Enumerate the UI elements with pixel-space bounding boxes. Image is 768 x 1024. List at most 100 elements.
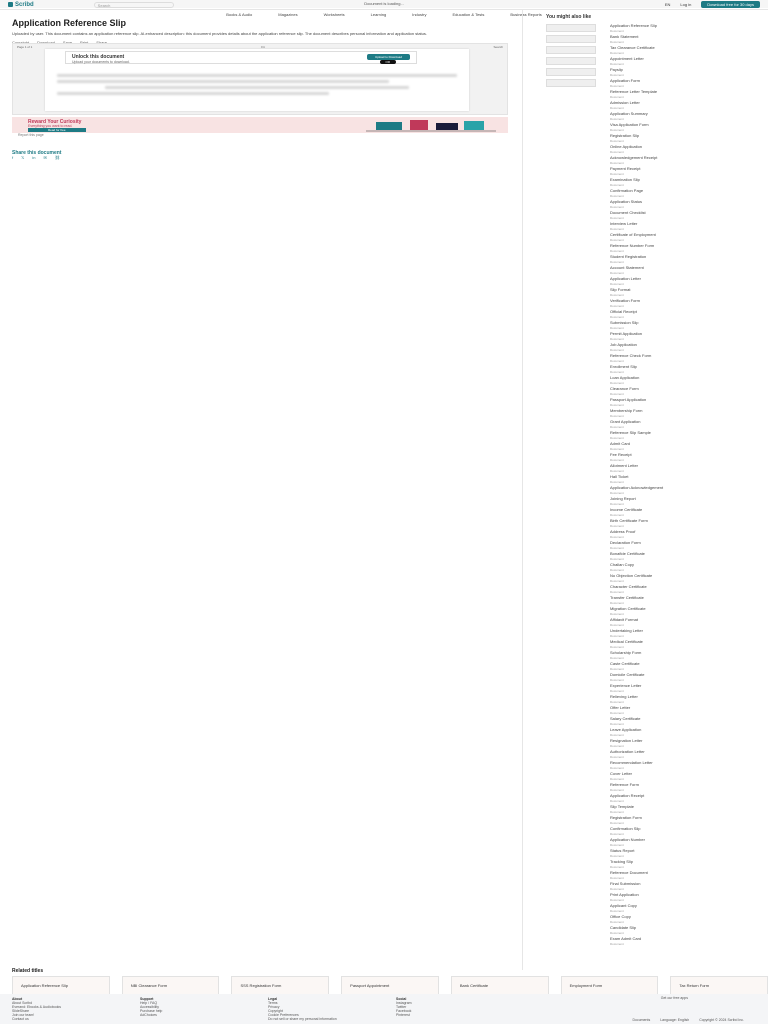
related-card[interactable]: Passport Appointment [341, 976, 439, 996]
sidebar-item[interactable]: Account Statement Document [546, 266, 762, 277]
sidebar-item[interactable]: Salary Certificate Document [546, 717, 762, 728]
sidebar-item[interactable]: Tracking Slip Document [546, 860, 762, 871]
sidebar-item[interactable]: Bank Statement Document [546, 35, 762, 46]
sidebar-item[interactable]: Status Report Document [546, 849, 762, 860]
footer-link[interactable]: AdChoices [140, 1013, 162, 1017]
sidebar-item[interactable]: Allotment Letter Document [546, 464, 762, 475]
language-link[interactable]: EN [665, 2, 671, 7]
sidebar-item[interactable]: Document Checklist Document [546, 211, 762, 222]
unlock-secondary-button[interactable]: OR [379, 60, 396, 64]
sidebar-item[interactable]: Caste Certificate Document [546, 662, 762, 673]
sidebar-item[interactable]: Payment Receipt Document [546, 167, 762, 178]
sidebar-item[interactable]: Student Registration Document [546, 255, 762, 266]
report-link[interactable]: Report this page [18, 133, 44, 137]
logo[interactable]: Scribd [8, 2, 34, 8]
sidebar-item[interactable]: Character Certificate Document [546, 585, 762, 596]
sidebar-item[interactable]: Relieving Letter Document [546, 695, 762, 706]
sidebar-item[interactable]: Appointment Letter Document [546, 57, 762, 68]
sidebar-item[interactable]: Job Application Document [546, 343, 762, 354]
sidebar-item[interactable]: Recommendation Letter Document [546, 761, 762, 772]
sidebar-item[interactable]: Clearance Form Document [546, 387, 762, 398]
sidebar-item[interactable]: No Objection Certificate Document [546, 574, 762, 585]
sidebar-item[interactable]: Examination Slip Document [546, 178, 762, 189]
sidebar-item[interactable]: Reference Form Document [546, 783, 762, 794]
sidebar-item[interactable]: Reference Slip Sample Document [546, 431, 762, 442]
sidebar-item[interactable]: Acknowledgement Receipt Document [546, 156, 762, 167]
sidebar-item[interactable]: Admission Letter Document [546, 101, 762, 112]
twitter-icon[interactable]: 𝕏 [21, 155, 24, 160]
related-card[interactable]: SSS Registration Form [231, 976, 330, 996]
sidebar-item[interactable]: Hall Ticket Document [546, 475, 762, 486]
sidebar-item[interactable]: Reference Number Form Document [546, 244, 762, 255]
sidebar-item[interactable]: Migration Certificate Document [546, 607, 762, 618]
facebook-icon[interactable]: f [12, 155, 13, 160]
related-card[interactable]: Application Reference Slip [12, 976, 110, 996]
sidebar-item[interactable]: Verification Form Document [546, 299, 762, 310]
footer-link[interactable]: Do not sell or share my personal informa… [268, 1017, 337, 1021]
footer-bottom-link[interactable]: Documents [633, 1018, 651, 1022]
link-icon[interactable]: ⛓ [55, 155, 60, 160]
footer-bottom-link[interactable]: Language: English [660, 1018, 689, 1022]
sidebar-item[interactable]: Registration Slip Document [546, 134, 762, 145]
sidebar-item[interactable]: Reference Letter Template Document [546, 90, 762, 101]
sidebar-item[interactable]: Medical Certificate Document [546, 640, 762, 651]
sidebar-item[interactable]: Application Acknowledgement Document [546, 486, 762, 497]
sidebar-item[interactable]: Exam Admit Card Document [546, 937, 762, 948]
sidebar-item[interactable]: Reference Document Document [546, 871, 762, 882]
sidebar-item[interactable]: Bonafide Certificate Document [546, 552, 762, 563]
viewer-search[interactable]: Search [493, 45, 503, 49]
sidebar-item[interactable]: Submission Slip Document [546, 321, 762, 332]
sidebar-item[interactable]: Visa Application Form Document [546, 123, 762, 134]
sidebar-item[interactable]: Slip Template Document [546, 805, 762, 816]
sidebar-item[interactable]: Candidate Slip Document [546, 926, 762, 937]
sidebar-item[interactable]: Domicile Certificate Document [546, 673, 762, 684]
sidebar-item[interactable]: Application Number Document [546, 838, 762, 849]
sidebar-item[interactable]: Offer Letter Document [546, 706, 762, 717]
sidebar-item[interactable]: Official Receipt Document [546, 310, 762, 321]
email-icon[interactable]: ✉ [43, 155, 46, 160]
sidebar-item[interactable]: Leave Application Document [546, 728, 762, 739]
footer-link[interactable]: Contact us [12, 1017, 61, 1021]
zoom-control[interactable]: Fit [261, 45, 264, 49]
sidebar-item[interactable]: Final Submission Document [546, 882, 762, 893]
related-card[interactable]: Bank Certificate [450, 976, 549, 996]
sidebar-item[interactable]: Interview Letter Document [546, 222, 762, 233]
sidebar-item[interactable]: Office Copy Document [546, 915, 762, 926]
footer-apps[interactable]: Get our free apps [661, 996, 688, 1000]
sidebar-item[interactable]: Reference Check Form Document [546, 354, 762, 365]
sidebar-item[interactable]: Loan Application Document [546, 376, 762, 387]
related-card[interactable]: Tax Return Form [670, 976, 768, 996]
sidebar-item[interactable]: Registration Form Document [546, 816, 762, 827]
sidebar-item[interactable]: Transfer Certificate Document [546, 596, 762, 607]
sidebar-item[interactable]: Cover Letter Document [546, 772, 762, 783]
sidebar-item[interactable]: Address Proof Document [546, 530, 762, 541]
sidebar-item[interactable]: Application Form Document [546, 79, 762, 90]
login-link[interactable]: Log in [680, 2, 691, 7]
sidebar-item[interactable]: Scholarship Form Document [546, 651, 762, 662]
sidebar-item[interactable]: Application Status Document [546, 200, 762, 211]
sidebar-item[interactable]: Payslip Document [546, 68, 762, 79]
sidebar-item[interactable]: Joining Report Document [546, 497, 762, 508]
sidebar-item[interactable]: Challan Copy Document [546, 563, 762, 574]
sidebar-item[interactable]: Birth Certificate Form Document [546, 519, 762, 530]
sidebar-item[interactable]: Income Certificate Document [546, 508, 762, 519]
sidebar-item[interactable]: Applicant Copy Document [546, 904, 762, 915]
sidebar-item[interactable]: Tax Clearance Certificate Document [546, 46, 762, 57]
sidebar-item[interactable]: Slip Format Document [546, 288, 762, 299]
related-card[interactable]: Employment Form [560, 976, 659, 996]
sidebar-item[interactable]: Permit Application Document [546, 332, 762, 343]
sidebar-item[interactable]: Undertaking Letter Document [546, 629, 762, 640]
sidebar-item[interactable]: Print Application Document [546, 893, 762, 904]
sidebar-item[interactable]: Resignation Letter Document [546, 739, 762, 750]
sidebar-item[interactable]: Experience Letter Document [546, 684, 762, 695]
sidebar-item[interactable]: Admit Card Document [546, 442, 762, 453]
sidebar-item[interactable]: Declaration Form Document [546, 541, 762, 552]
sidebar-item[interactable]: Enrollment Slip Document [546, 365, 762, 376]
search-input[interactable]: Search [93, 1, 174, 8]
download-free-button[interactable]: Download free for 30 days [701, 1, 760, 8]
sidebar-item[interactable]: Passport Application Document [546, 398, 762, 409]
sidebar-item[interactable]: Online Application Document [546, 145, 762, 156]
sidebar-item[interactable]: Application Letter Document [546, 277, 762, 288]
footer-link[interactable]: Pinterest [396, 1013, 412, 1017]
sidebar-item[interactable]: Application Receipt Document [546, 794, 762, 805]
